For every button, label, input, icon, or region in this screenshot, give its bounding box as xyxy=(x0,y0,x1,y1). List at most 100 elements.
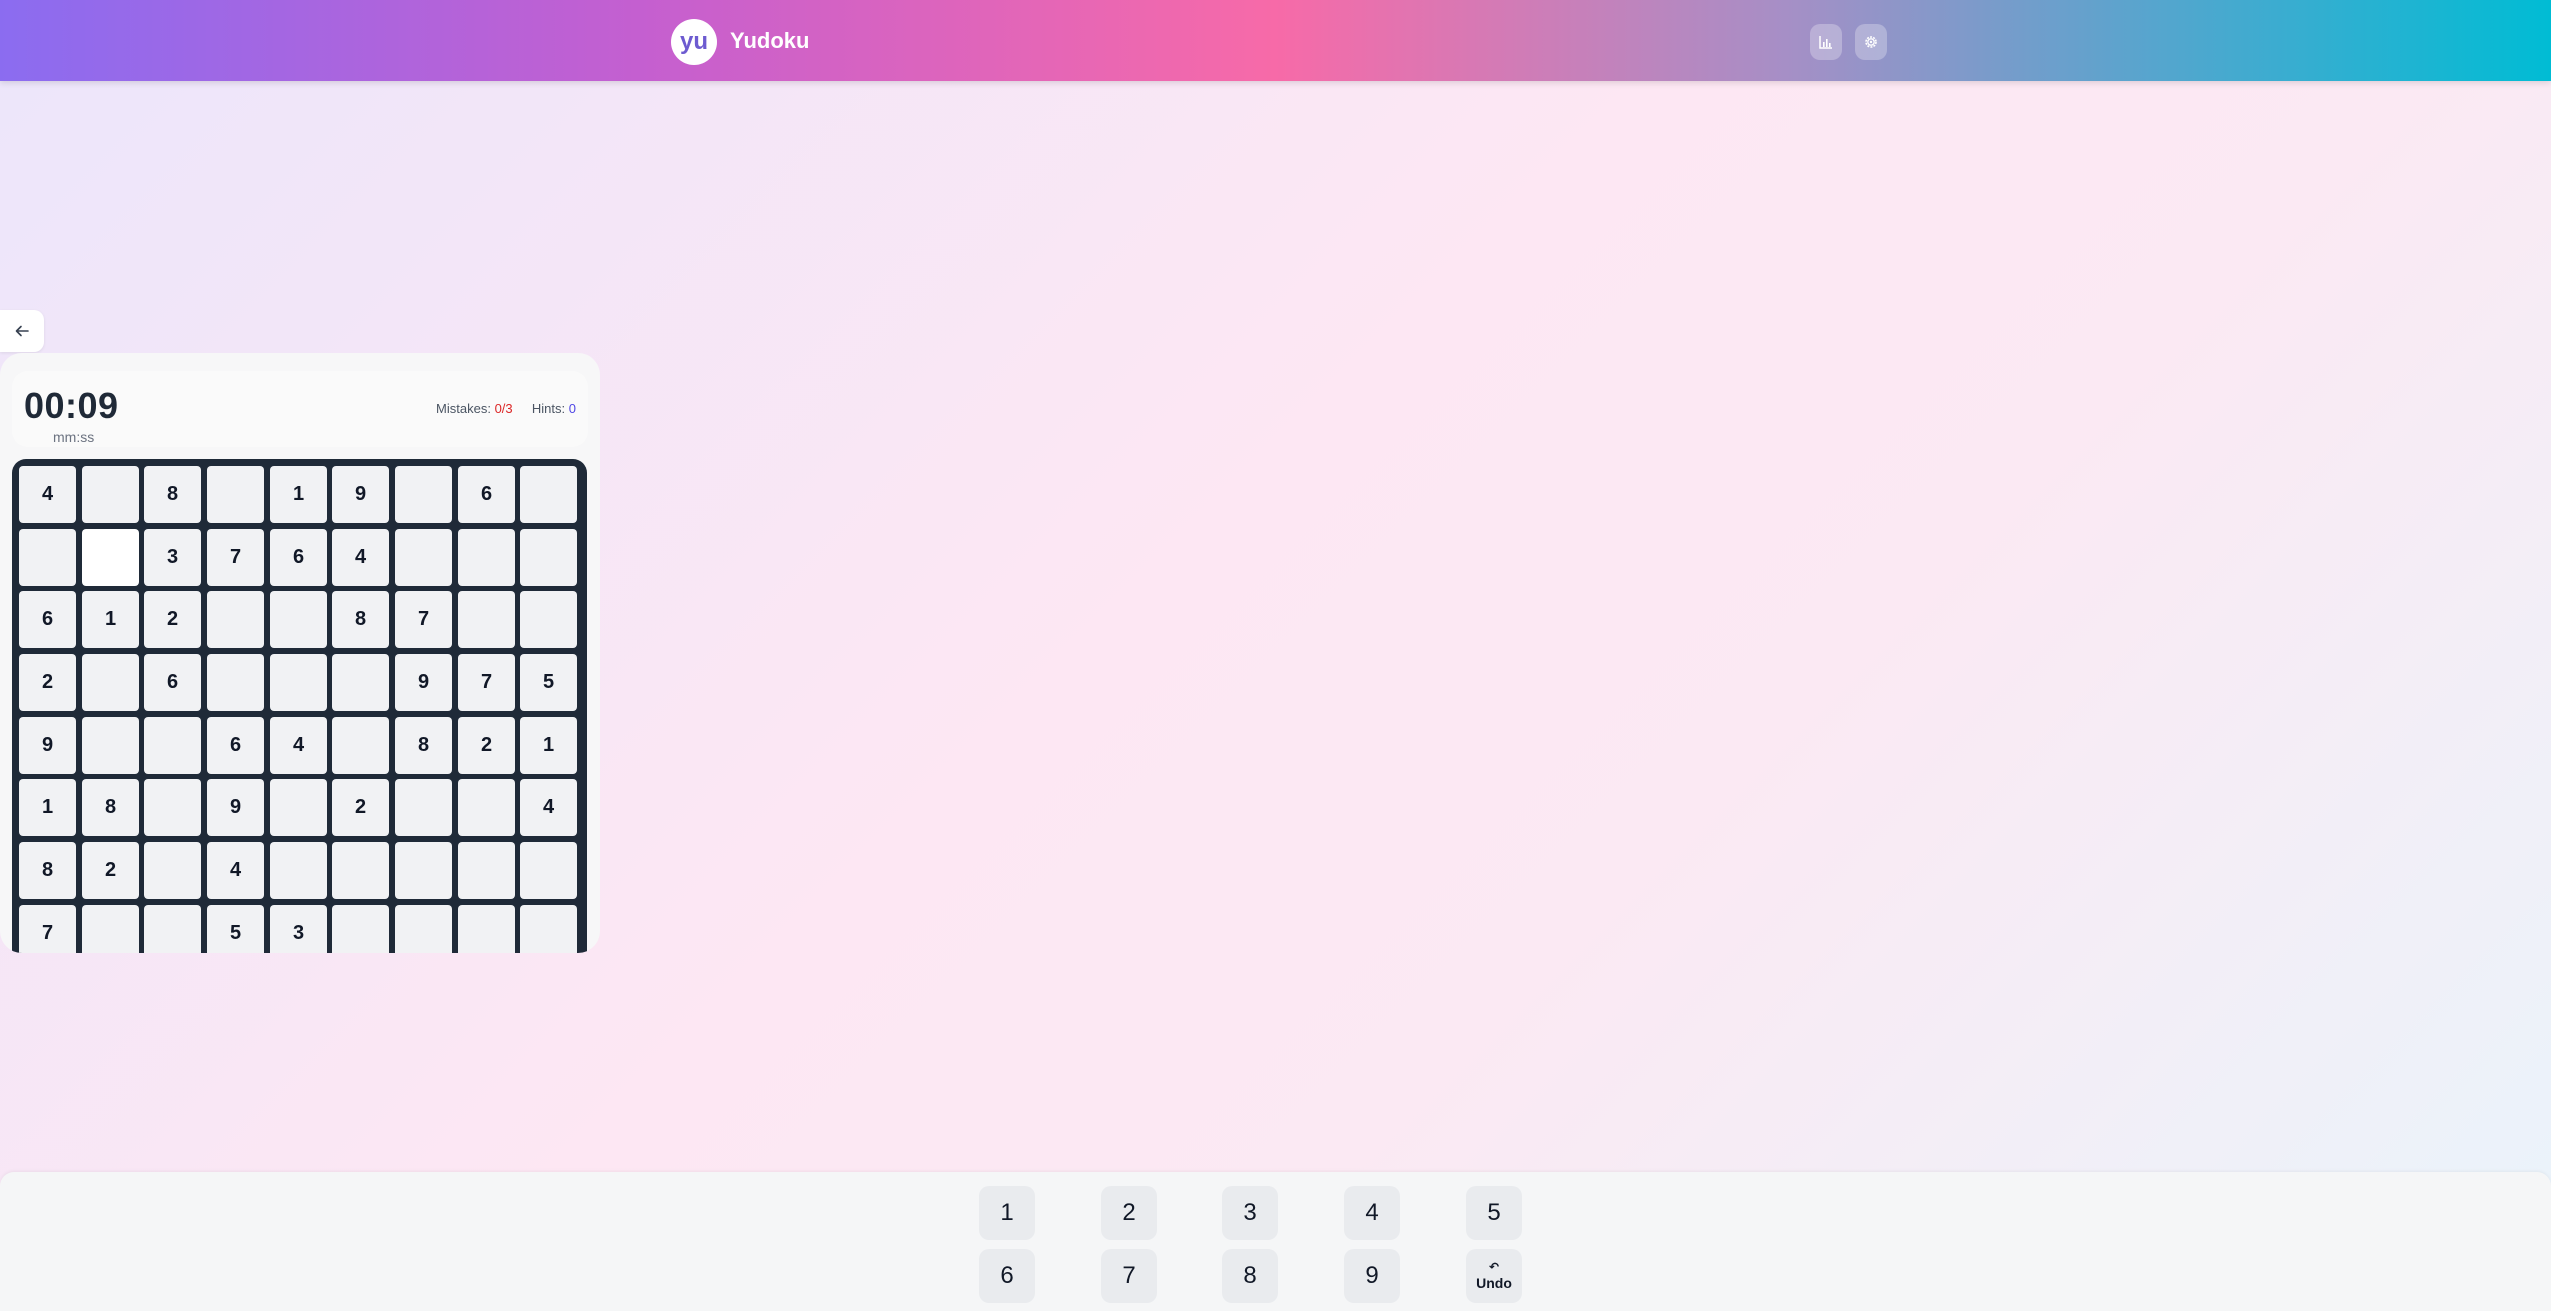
sudoku-cell[interactable]: 8 xyxy=(332,591,389,648)
game-panel: 00:09 mm:ss Mistakes: 0/3 Hints: 0 48196… xyxy=(0,353,600,953)
sudoku-cell[interactable] xyxy=(207,466,264,523)
sudoku-cell[interactable] xyxy=(458,779,515,836)
sudoku-cell[interactable]: 7 xyxy=(207,529,264,586)
sudoku-cell[interactable]: 2 xyxy=(82,842,139,899)
sudoku-cell[interactable]: 1 xyxy=(82,591,139,648)
key-5[interactable]: 5 xyxy=(1466,1186,1522,1240)
number-keypad: 1 2 3 4 5 6 7 8 9 ↶ Undo xyxy=(0,1172,2551,1311)
sudoku-cell[interactable] xyxy=(82,905,139,953)
hints-label: Hints: xyxy=(531,401,566,416)
sudoku-cell[interactable]: 2 xyxy=(144,591,201,648)
sudoku-cell[interactable]: 3 xyxy=(270,905,327,953)
sudoku-cell[interactable]: 6 xyxy=(458,466,515,523)
key-6[interactable]: 6 xyxy=(979,1249,1035,1303)
undo-icon: ↶ xyxy=(1488,1260,1500,1274)
sudoku-cell[interactable] xyxy=(520,466,577,523)
sudoku-cell[interactable]: 9 xyxy=(332,466,389,523)
sudoku-cell[interactable] xyxy=(270,591,327,648)
sudoku-cell[interactable]: 7 xyxy=(395,591,452,648)
sudoku-cell[interactable] xyxy=(395,466,452,523)
sudoku-cell[interactable]: 9 xyxy=(207,779,264,836)
sudoku-cell[interactable] xyxy=(458,842,515,899)
sudoku-cell[interactable]: 4 xyxy=(520,779,577,836)
app-logo[interactable]: yu xyxy=(671,19,717,65)
timer: 00:09 xyxy=(24,385,119,426)
sudoku-cell[interactable] xyxy=(82,717,139,774)
sudoku-cell[interactable]: 2 xyxy=(19,654,76,711)
stats-button[interactable] xyxy=(1810,24,1842,60)
sudoku-cell[interactable]: 5 xyxy=(520,654,577,711)
key-3[interactable]: 3 xyxy=(1222,1186,1278,1240)
sudoku-cell[interactable] xyxy=(520,842,577,899)
sudoku-cell[interactable]: 9 xyxy=(395,654,452,711)
key-4[interactable]: 4 xyxy=(1344,1186,1400,1240)
mistakes-value: 0/3 xyxy=(494,401,513,416)
sudoku-cell[interactable]: 2 xyxy=(458,717,515,774)
sudoku-cell[interactable]: 4 xyxy=(19,466,76,523)
sudoku-cell[interactable]: 6 xyxy=(207,717,264,774)
top-bar: yu Yudoku xyxy=(0,0,2551,81)
sudoku-cell[interactable]: 5 xyxy=(207,905,264,953)
sudoku-cell[interactable] xyxy=(520,905,577,953)
sudoku-cell[interactable]: 4 xyxy=(332,529,389,586)
sudoku-cell[interactable] xyxy=(270,842,327,899)
sudoku-cell[interactable]: 8 xyxy=(82,779,139,836)
sudoku-cell[interactable] xyxy=(144,905,201,953)
sudoku-cell[interactable]: 6 xyxy=(144,654,201,711)
undo-button[interactable]: ↶ Undo xyxy=(1466,1249,1522,1303)
key-9[interactable]: 9 xyxy=(1344,1249,1400,1303)
key-1[interactable]: 1 xyxy=(979,1186,1035,1240)
sudoku-cell[interactable]: 1 xyxy=(19,779,76,836)
sudoku-cell[interactable] xyxy=(82,529,139,586)
sudoku-cell[interactable]: 7 xyxy=(19,905,76,953)
sudoku-cell[interactable] xyxy=(332,717,389,774)
stats-card: 00:09 mm:ss Mistakes: 0/3 Hints: 0 xyxy=(12,371,588,447)
sudoku-cell[interactable] xyxy=(270,654,327,711)
game-counters: Mistakes: 0/3 Hints: 0 xyxy=(436,401,576,416)
sudoku-cell[interactable]: 3 xyxy=(144,529,201,586)
sudoku-cell[interactable] xyxy=(332,905,389,953)
sudoku-cell[interactable]: 9 xyxy=(19,717,76,774)
sudoku-cell[interactable] xyxy=(395,905,452,953)
key-8[interactable]: 8 xyxy=(1222,1249,1278,1303)
sudoku-cell[interactable]: 1 xyxy=(520,717,577,774)
undo-label: Undo xyxy=(1476,1275,1512,1291)
sudoku-cell[interactable] xyxy=(82,466,139,523)
sudoku-cell[interactable] xyxy=(458,529,515,586)
sudoku-cell[interactable] xyxy=(332,842,389,899)
sudoku-cell[interactable] xyxy=(395,842,452,899)
sudoku-cell[interactable]: 7 xyxy=(458,654,515,711)
sudoku-cell[interactable] xyxy=(395,779,452,836)
app-title: Yudoku xyxy=(730,28,810,53)
settings-button[interactable] xyxy=(1855,24,1887,60)
sudoku-cell[interactable]: 8 xyxy=(395,717,452,774)
sudoku-cell[interactable]: 4 xyxy=(207,842,264,899)
arrow-left-icon xyxy=(15,325,29,337)
sudoku-cell[interactable]: 8 xyxy=(19,842,76,899)
sudoku-cell[interactable]: 6 xyxy=(19,591,76,648)
sudoku-cell[interactable] xyxy=(82,654,139,711)
key-7[interactable]: 7 xyxy=(1101,1249,1157,1303)
sudoku-cell[interactable] xyxy=(332,654,389,711)
sudoku-cell[interactable] xyxy=(520,591,577,648)
sudoku-cell[interactable]: 8 xyxy=(144,466,201,523)
sudoku-cell[interactable] xyxy=(19,529,76,586)
sudoku-cell[interactable] xyxy=(207,591,264,648)
gear-icon xyxy=(1865,36,1877,48)
sudoku-cell[interactable] xyxy=(458,905,515,953)
sudoku-cell[interactable]: 4 xyxy=(270,717,327,774)
sudoku-cell[interactable] xyxy=(144,779,201,836)
sudoku-cell[interactable]: 6 xyxy=(270,529,327,586)
sudoku-cell[interactable] xyxy=(207,654,264,711)
sudoku-cell[interactable] xyxy=(270,779,327,836)
sudoku-cell[interactable] xyxy=(520,529,577,586)
sudoku-cell[interactable] xyxy=(144,717,201,774)
sudoku-cell[interactable]: 1 xyxy=(270,466,327,523)
sudoku-cell[interactable]: 2 xyxy=(332,779,389,836)
timer-unit: mm:ss xyxy=(53,429,95,445)
back-button[interactable] xyxy=(0,310,44,352)
sudoku-cell[interactable] xyxy=(395,529,452,586)
key-2[interactable]: 2 xyxy=(1101,1186,1157,1240)
sudoku-cell[interactable] xyxy=(458,591,515,648)
sudoku-cell[interactable] xyxy=(144,842,201,899)
